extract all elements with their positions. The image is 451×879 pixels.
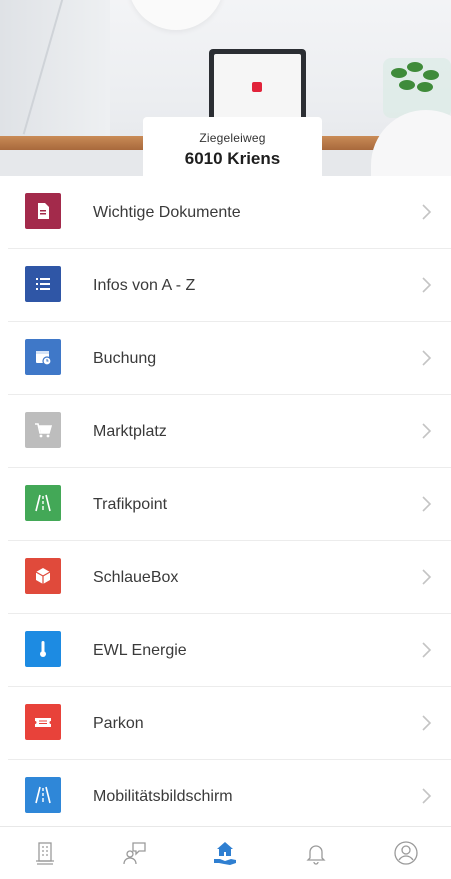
hero-lamp bbox=[128, 0, 224, 30]
tile-marktplatz bbox=[25, 412, 61, 448]
calendar-clock-icon bbox=[36, 351, 52, 366]
home-hand-icon bbox=[214, 842, 237, 865]
nav-home-button[interactable] bbox=[195, 831, 255, 875]
chevron-right-icon bbox=[422, 715, 432, 731]
ticket-icon bbox=[35, 718, 51, 727]
address-card: Ziegeleiweg 6010 Kriens bbox=[143, 117, 322, 176]
menu-item-parkon[interactable]: Parkon bbox=[8, 687, 451, 760]
chevron-right-icon bbox=[422, 642, 432, 658]
menu-item-label: Marktplatz bbox=[93, 423, 167, 440]
road-icon bbox=[35, 786, 51, 804]
menu-item-buchung[interactable]: Buchung bbox=[8, 322, 451, 395]
chevron-right-icon bbox=[422, 350, 432, 366]
road-icon bbox=[35, 494, 51, 512]
menu-item-trafikpoint[interactable]: Trafikpoint bbox=[8, 468, 451, 541]
building-icon bbox=[36, 842, 55, 865]
chevron-right-icon bbox=[422, 423, 432, 439]
address-street: Ziegeleiweg bbox=[199, 131, 266, 145]
document-icon bbox=[38, 203, 49, 219]
chevron-right-icon bbox=[422, 569, 432, 585]
menu-item-label: Mobilitätsbildschirm bbox=[93, 788, 233, 805]
hero-monitor bbox=[209, 49, 306, 127]
chevron-right-icon bbox=[422, 277, 432, 293]
menu-item-label: Parkon bbox=[93, 715, 144, 732]
hero-chair bbox=[371, 110, 451, 176]
bottom-nav bbox=[0, 826, 451, 879]
chevron-right-icon bbox=[422, 204, 432, 220]
tile-infos bbox=[25, 266, 61, 302]
tile-mobilitaetsbildschirm bbox=[25, 777, 61, 813]
tile-parkon bbox=[25, 704, 61, 740]
address-city: 6010 Kriens bbox=[184, 149, 281, 168]
box-icon bbox=[35, 568, 51, 584]
nav-chat-button[interactable] bbox=[105, 831, 165, 875]
profile-icon bbox=[394, 841, 418, 865]
bell-icon bbox=[306, 845, 326, 865]
chevron-right-icon bbox=[422, 788, 432, 804]
tile-dokumente bbox=[25, 193, 61, 229]
menu-item-label: SchlaueBox bbox=[93, 569, 179, 586]
hero-plant bbox=[383, 58, 451, 118]
menu-item-label: EWL Energie bbox=[93, 642, 187, 659]
menu-item-mobilitaetsbildschirm[interactable]: Mobilitätsbildschirm bbox=[8, 760, 451, 833]
menu-item-label: Wichtige Dokumente bbox=[93, 204, 241, 221]
tile-trafikpoint bbox=[25, 485, 61, 521]
menu-item-wichtige-dokumente[interactable]: Wichtige Dokumente bbox=[8, 176, 451, 249]
nav-profile-button[interactable] bbox=[376, 831, 436, 875]
thermometer-icon bbox=[40, 641, 46, 657]
tile-buchung bbox=[25, 339, 61, 375]
menu-item-schlauebox[interactable]: SchlaueBox bbox=[8, 541, 451, 614]
menu-item-label: Trafikpoint bbox=[93, 496, 168, 513]
nav-notifications-button[interactable] bbox=[286, 831, 346, 875]
menu-item-label: Infos von A - Z bbox=[93, 277, 196, 294]
menu-item-marktplatz[interactable]: Marktplatz bbox=[8, 395, 451, 468]
chevron-right-icon bbox=[422, 496, 432, 512]
menu-item-infos-a-z[interactable]: Infos von A - Z bbox=[8, 249, 451, 322]
menu-item-label: Buchung bbox=[93, 350, 157, 367]
nav-building-button[interactable] bbox=[15, 831, 75, 875]
menu-list: Wichtige Dokumente Infos von A - Z Buchu… bbox=[8, 176, 451, 833]
menu-item-ewl-energie[interactable]: EWL Energie bbox=[8, 614, 451, 687]
list-icon bbox=[36, 278, 50, 290]
tile-ewl-energie bbox=[25, 631, 61, 667]
tile-schlauebox bbox=[25, 558, 61, 594]
cart-icon bbox=[35, 423, 53, 438]
chat-person-icon bbox=[123, 842, 146, 865]
